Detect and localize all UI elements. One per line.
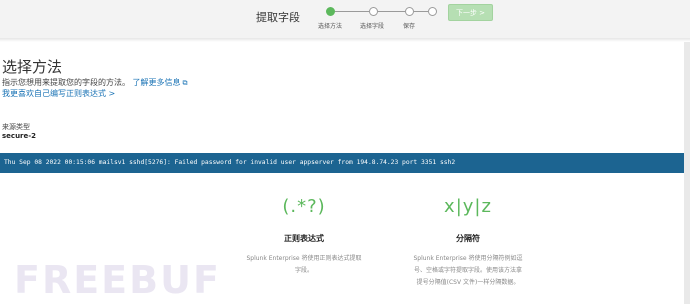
source-type-label: 来源类型 (2, 123, 30, 131)
step-2-indicator (369, 7, 378, 16)
external-link-icon: ⧉ (182, 79, 188, 87)
page-edge (684, 42, 690, 304)
regex-method-title: 正则表达式 (284, 234, 324, 243)
source-type-value: secure-2 (2, 132, 37, 140)
step-connector (335, 11, 369, 12)
wizard-header: 提取字段 选择方法 选择字段 保存 下一步 > (0, 0, 690, 39)
regex-desc-line: 字段。 (294, 267, 313, 274)
description-text: 指示您想用来提取您的字段的方法。 (2, 78, 130, 87)
learn-more-label: 了解更多信息 (132, 78, 181, 87)
delimiter-method-option[interactable]: x|y|z 分隔符 Splunk Enterprise 将使用分隔符例如逗 号、… (398, 195, 538, 289)
watermark-logo: FREEBUF (14, 258, 221, 302)
regex-method-option[interactable]: (.*?) 正则表达式 Splunk Enterprise 将使用正则表达式提取… (234, 195, 374, 277)
regex-desc-line: Splunk Enterprise 将使用正则表达式提取 (246, 255, 362, 262)
step-4-indicator (428, 7, 437, 16)
step-connector (414, 11, 428, 12)
regex-icon: (.*?) (282, 196, 326, 217)
page-title: 提取字段 (256, 11, 300, 24)
step-3-label: 保存 (403, 23, 416, 30)
write-regex-link[interactable]: 我更喜欢自己编写正则表达式 > (2, 88, 115, 99)
delimiter-desc-line: Splunk Enterprise 将使用分隔符例如逗 (413, 255, 523, 262)
step-3-indicator (405, 7, 414, 16)
learn-more-link[interactable]: 了解更多信息 ⧉ (133, 78, 188, 87)
delimiter-method-desc: Splunk Enterprise 将使用分隔符例如逗 号、空格或字符提取字段。… (398, 253, 538, 289)
next-button[interactable]: 下一步 > (448, 4, 493, 21)
step-connector (378, 11, 405, 12)
delimiter-desc-line: 提号分隔值(CSV 文件)一样分隔数据。 (416, 279, 520, 286)
step-1-indicator (326, 7, 335, 16)
sample-event: Thu Sep 08 2022 00:15:06 mailsv1 sshd[52… (0, 153, 684, 173)
step-2-label: 选择字段 (360, 23, 385, 30)
header-shadow (0, 38, 690, 42)
delimiter-desc-line: 号、空格或字符提取字段。使用该方法拿 (413, 267, 522, 274)
delimiter-method-title: 分隔符 (456, 234, 480, 243)
step-1-label: 选择方法 (318, 23, 343, 30)
section-title: 选择方法 (2, 58, 63, 76)
regex-method-desc: Splunk Enterprise 将使用正则表达式提取 字段。 (234, 253, 374, 277)
delimiter-icon: x|y|z (444, 196, 492, 217)
method-description: 指示您想用来提取您的字段的方法。 了解更多信息 ⧉ (2, 77, 188, 88)
